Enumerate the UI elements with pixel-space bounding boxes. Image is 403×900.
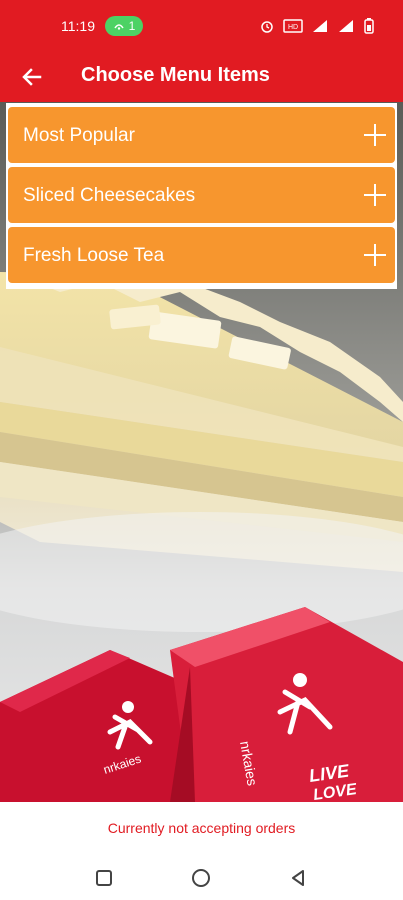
recents-button[interactable] <box>92 866 116 890</box>
home-circle-icon <box>192 869 210 887</box>
alarm-icon <box>261 21 273 33</box>
plus-icon[interactable] <box>364 184 386 206</box>
plus-icon[interactable] <box>364 124 386 146</box>
app-bar: Choose Menu Items <box>0 52 403 102</box>
hd-icon: HD <box>283 19 303 33</box>
order-status-notice: Currently not accepting orders <box>107 820 296 836</box>
signal-icon <box>313 20 327 32</box>
hotspot-pill: 1 <box>105 16 143 36</box>
page-title: Choose Menu Items <box>81 64 270 86</box>
menu-category-label: Most Popular <box>23 125 135 146</box>
status-time: 11:19 <box>61 18 95 34</box>
back-button[interactable] <box>18 63 46 91</box>
plus-icon[interactable] <box>364 244 386 266</box>
nav-back-button[interactable] <box>286 866 310 890</box>
menu-category-most-popular[interactable]: Most Popular <box>8 107 395 163</box>
recents-square-icon <box>96 870 112 886</box>
hotspot-icon <box>114 24 124 30</box>
back-triangle-icon <box>292 870 304 886</box>
menu-category-label: Fresh Loose Tea <box>23 245 165 266</box>
menu-category-list: Most Popular Sliced Cheesecakes Fresh Lo… <box>6 103 397 289</box>
arrow-left-icon <box>22 68 42 86</box>
menu-category-sliced-cheesecakes[interactable]: Sliced Cheesecakes <box>8 167 395 223</box>
battery-icon <box>364 18 374 34</box>
menu-category-fresh-loose-tea[interactable]: Fresh Loose Tea <box>8 227 395 283</box>
hotspot-count: 1 <box>128 19 136 33</box>
svg-text:HD: HD <box>288 24 298 31</box>
home-button[interactable] <box>189 866 213 890</box>
menu-category-label: Sliced Cheesecakes <box>23 185 196 206</box>
status-bar: 11:19 1 HD <box>0 0 403 52</box>
system-nav-bar <box>0 858 403 900</box>
signal-icon-2 <box>339 20 353 32</box>
status-icons: HD <box>259 17 375 35</box>
